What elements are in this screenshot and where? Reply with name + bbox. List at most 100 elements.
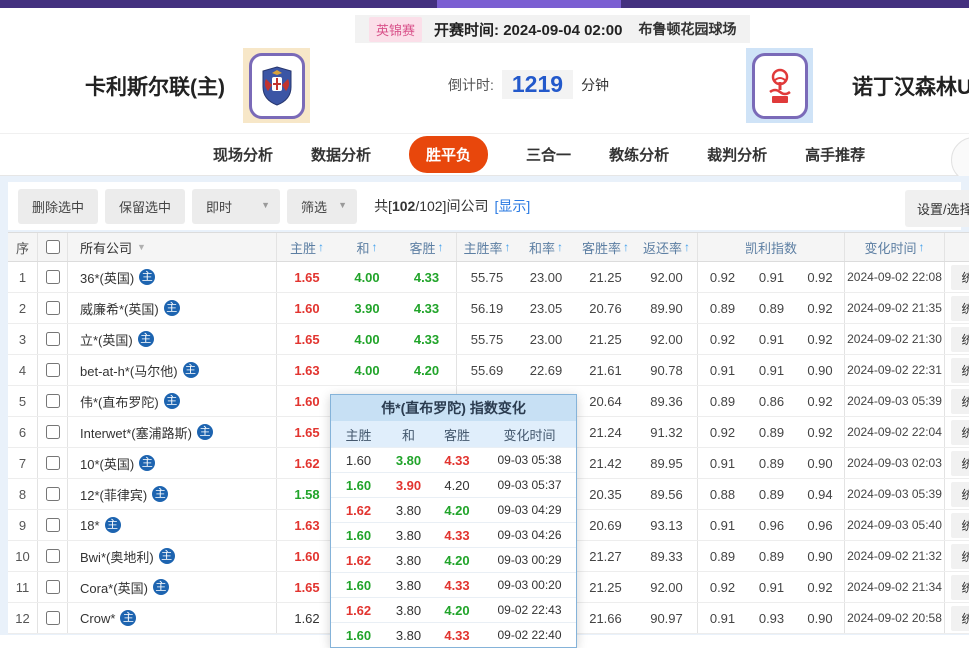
col-return-rate[interactable]: 返还率↑ xyxy=(636,233,698,261)
away-team-logo xyxy=(746,48,813,123)
col-home-rate[interactable]: 主胜率↑ xyxy=(457,233,517,261)
away-rate: 20.64 xyxy=(575,386,636,416)
col-draw-odds[interactable]: 和↑ xyxy=(337,233,397,261)
home-tag-icon: 主 xyxy=(197,424,213,440)
kelly-away: 0.92 xyxy=(796,324,845,354)
company-cell[interactable]: 威廉希*(英国)主 xyxy=(68,293,277,323)
tab-data-analysis[interactable]: 数据分析 xyxy=(311,144,371,165)
stats-button[interactable]: 统 xyxy=(951,389,969,414)
home-rate: 55.75 xyxy=(457,324,517,354)
venue: 布鲁顿花园球场 xyxy=(638,19,736,39)
return-rate: 89.90 xyxy=(636,293,698,323)
popup-draw-odds: 3.80 xyxy=(386,453,431,468)
kelly-home: 0.91 xyxy=(698,355,747,385)
stats-button[interactable]: 统 xyxy=(951,327,969,352)
tab-three-in-one[interactable]: 三合一 xyxy=(526,144,571,165)
stats-button[interactable]: 统 xyxy=(951,606,969,631)
row-checkbox[interactable] xyxy=(46,549,60,563)
return-rate: 93.13 xyxy=(636,510,698,540)
tab-expert-picks[interactable]: 高手推荐 xyxy=(805,144,865,165)
row-checkbox[interactable] xyxy=(46,270,60,284)
company-cell[interactable]: 伟*(直布罗陀)主 xyxy=(68,386,277,416)
popup-away-odds: 4.20 xyxy=(431,603,483,618)
col-draw-odds-label: 和 xyxy=(356,238,369,257)
tab-coach-analysis[interactable]: 教练分析 xyxy=(609,144,669,165)
stats-button[interactable]: 统 xyxy=(951,544,969,569)
row-checkbox[interactable] xyxy=(46,332,60,346)
home-odds: 1.58 xyxy=(277,479,337,509)
row-seq: 10 xyxy=(8,541,38,571)
stats-button[interactable]: 统 xyxy=(951,296,969,321)
col-draw-rate[interactable]: 和率↑ xyxy=(517,233,575,261)
col-home-odds[interactable]: 主胜↑ xyxy=(277,233,337,261)
row-seq: 11 xyxy=(8,572,38,602)
row-checkbox[interactable] xyxy=(46,394,60,408)
sort-asc-icon: ↑ xyxy=(505,240,511,254)
sort-asc-icon: ↑ xyxy=(684,240,690,254)
stats-button[interactable]: 统 xyxy=(951,513,969,538)
col-away-rate[interactable]: 客胜率↑ xyxy=(575,233,636,261)
delete-selected-button[interactable]: 删除选中 xyxy=(18,189,98,224)
stats-button[interactable]: 统 xyxy=(951,358,969,383)
row-checkbox[interactable] xyxy=(46,363,60,377)
kelly-draw: 0.89 xyxy=(747,417,796,447)
row-checkbox[interactable] xyxy=(46,301,60,315)
company-cell[interactable]: 18* 主 xyxy=(68,510,277,540)
popup-home-odds: 1.60 xyxy=(331,478,386,493)
popup-home-odds: 1.62 xyxy=(331,603,386,618)
company-cell[interactable]: 10*(英国)主 xyxy=(68,448,277,478)
select-all-checkbox[interactable] xyxy=(46,240,60,254)
row-checkbox[interactable] xyxy=(46,518,60,532)
row-checkbox[interactable] xyxy=(46,611,60,625)
company-name: 18* xyxy=(80,518,100,533)
company-cell[interactable]: 12*(菲律宾)主 xyxy=(68,479,277,509)
show-link[interactable]: [显示] xyxy=(494,196,530,216)
popup-away-odds: 4.33 xyxy=(431,528,483,543)
company-cell[interactable]: Interwet*(塞浦路斯) 主 xyxy=(68,417,277,447)
return-rate: 90.97 xyxy=(636,603,698,633)
league-badge: 英锦赛 xyxy=(369,17,422,42)
home-tag-icon: 主 xyxy=(183,362,199,378)
stats-button[interactable]: 统 xyxy=(951,482,969,507)
stats-button[interactable]: 统 xyxy=(951,575,969,600)
away-rate: 21.25 xyxy=(575,324,636,354)
col-away-odds[interactable]: 客胜↑ xyxy=(397,233,457,261)
keep-selected-button[interactable]: 保留选中 xyxy=(105,189,185,224)
instant-dropdown[interactable]: 即时▼ xyxy=(192,189,280,224)
filter-dropdown[interactable]: 筛选▼ xyxy=(287,189,357,224)
home-odds: 1.65 xyxy=(277,417,337,447)
kelly-home: 0.92 xyxy=(698,262,747,292)
kelly-away: 0.92 xyxy=(796,572,845,602)
company-cell[interactable]: Crow*主 xyxy=(68,603,277,633)
kelly-draw: 0.86 xyxy=(747,386,796,416)
row-checkbox[interactable] xyxy=(46,456,60,470)
col-away-rate-label: 客胜率 xyxy=(582,238,621,257)
stats-button[interactable]: 统 xyxy=(951,420,969,445)
company-cell[interactable]: 36*(英国)主 xyxy=(68,262,277,292)
company-cell[interactable]: Cora*(英国)主 xyxy=(68,572,277,602)
company-count-prefix: 共[ xyxy=(374,198,392,214)
kelly-away: 0.90 xyxy=(796,541,845,571)
tab-referee-analysis[interactable]: 裁判分析 xyxy=(707,144,767,165)
stats-button[interactable]: 统 xyxy=(951,265,969,290)
popup-home-odds: 1.62 xyxy=(331,553,386,568)
kelly-home: 0.91 xyxy=(698,510,747,540)
tab-live-analysis[interactable]: 现场分析 xyxy=(213,144,273,165)
home-tag-icon: 主 xyxy=(105,517,121,533)
company-cell[interactable]: Bwi*(奥地利)主 xyxy=(68,541,277,571)
row-checkbox[interactable] xyxy=(46,487,60,501)
tab-win-draw-lose[interactable]: 胜平负 xyxy=(409,136,488,173)
company-cell[interactable]: 立*(英国)主 xyxy=(68,324,277,354)
sort-asc-icon: ↑ xyxy=(557,240,563,254)
away-crest-frame xyxy=(752,53,808,119)
row-select xyxy=(38,386,68,416)
stats-button[interactable]: 统 xyxy=(951,451,969,476)
row-checkbox[interactable] xyxy=(46,580,60,594)
home-tag-icon: 主 xyxy=(139,269,155,285)
settings-button[interactable]: 设置/选择自 xyxy=(905,190,969,227)
row-checkbox[interactable] xyxy=(46,425,60,439)
company-cell[interactable]: bet-at-h*(马尔他)主 xyxy=(68,355,277,385)
company-name: Interwet*(塞浦路斯) xyxy=(80,423,192,442)
col-company[interactable]: 所有公司▼ xyxy=(68,233,277,261)
col-change-time[interactable]: 变化时间↑ xyxy=(845,233,945,261)
